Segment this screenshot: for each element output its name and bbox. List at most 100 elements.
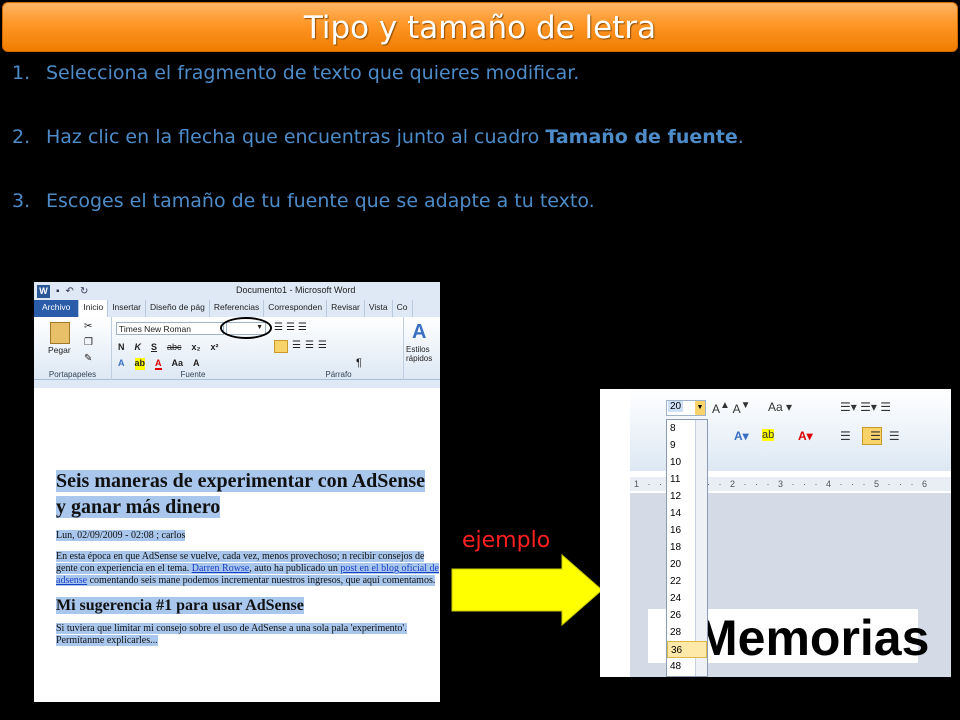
slide-title-bar: Tipo y tamaño de letra — [2, 2, 958, 52]
strikethrough-icon[interactable]: abc — [167, 342, 182, 352]
example-label: ejemplo — [462, 528, 551, 553]
size-option[interactable]: 12 — [667, 488, 707, 505]
arrow-icon — [451, 553, 603, 627]
zoom-font-size-combo[interactable]: 20 ▼ — [666, 400, 706, 416]
size-option[interactable]: 18 — [667, 539, 707, 556]
tab-archivo[interactable]: Archivo — [34, 300, 80, 317]
step-1: 1. Selecciona el fragmento de texto que q… — [12, 62, 942, 126]
subscript-icon[interactable]: x₂ — [192, 342, 201, 352]
font-color-icon[interactable]: A▾ — [798, 429, 813, 443]
step-text-end: . — [737, 126, 744, 148]
font-group-label: Fuente — [180, 370, 206, 379]
size-option[interactable]: 28 — [667, 624, 707, 641]
italic-icon[interactable]: K — [135, 342, 142, 352]
doc-heading-2: Mi sugerencia #1 para usar AdSense — [56, 597, 304, 614]
paste-icon[interactable] — [50, 322, 70, 344]
step-3: 3. Escoges el tamaño de tu fuente que se … — [12, 190, 942, 254]
tab-diseno[interactable]: Diseño de pág — [146, 300, 210, 317]
size-option[interactable]: 16 — [667, 522, 707, 539]
bold-icon[interactable]: N — [118, 342, 125, 352]
font-color-icon[interactable]: A — [155, 358, 162, 370]
tab-referencias[interactable]: Referencias — [210, 300, 265, 317]
tab-insertar[interactable]: Insertar — [108, 300, 147, 317]
list-icons[interactable]: ☰▾ ☰▾ ☰ — [840, 400, 891, 414]
size-option[interactable]: 9 — [667, 437, 707, 454]
window-title: Documento1 - Microsoft Word — [236, 285, 356, 295]
highlight-icon[interactable]: ab — [134, 358, 146, 370]
size-option[interactable]: 20 — [667, 556, 707, 573]
size-option[interactable]: 24 — [667, 590, 707, 607]
paragraph-group: ☰☰☰ ☰☰☰ ¶ Párrafo — [274, 317, 404, 380]
size-option[interactable]: 14 — [667, 505, 707, 522]
format-painter-icon[interactable]: ✎ — [84, 353, 92, 364]
font-size-list[interactable]: 8 9 10 11 12 14 16 18 20 22 24 26 28 36 … — [666, 419, 708, 677]
font-name-combo[interactable]: Times New Roman — [116, 322, 224, 335]
word-logo-icon: W — [37, 284, 50, 298]
change-case-icon[interactable]: Aa — [172, 358, 184, 370]
clipboard-group: Pegar ✂ ❐ ✎ Portapapeles — [34, 317, 112, 380]
superscript-icon[interactable]: x² — [211, 342, 219, 352]
format-row: N K S abc x₂ x² — [118, 342, 219, 352]
slide-title: Tipo y tamaño de letra — [303, 10, 657, 46]
paragraph-group-label: Párrafo — [325, 370, 352, 379]
size-option[interactable]: 22 — [667, 573, 707, 590]
doc-heading-1: Seis maneras de experimentar con AdSense… — [56, 470, 426, 518]
steps-list: 1. Selecciona el fragmento de texto que q… — [12, 62, 942, 254]
text-effects-icon[interactable]: A — [118, 358, 125, 370]
styles-label[interactable]: Estilos rápidos — [406, 345, 440, 363]
text-effects-icon[interactable]: A▾ — [734, 429, 749, 443]
cut-icon[interactable]: ✂ — [84, 321, 92, 332]
copy-icon[interactable]: ❐ — [84, 337, 93, 348]
change-case-icon[interactable]: Aa ▾ — [768, 400, 792, 414]
tab-co[interactable]: Co — [393, 300, 413, 317]
document-content: Seis maneras de experimentar con AdSense… — [56, 468, 440, 647]
step-2: 2. Haz clic en la flecha que encuentras j… — [12, 126, 942, 190]
ribbon: Pegar ✂ ❐ ✎ Portapapeles Fuente Times Ne… — [34, 317, 440, 380]
ruler — [34, 380, 440, 388]
alignment-icons[interactable]: ☰ ☰☰ — [840, 429, 908, 443]
redo-icon[interactable]: ↻ — [80, 286, 88, 297]
size-option-selected[interactable]: 36 — [667, 641, 707, 658]
tab-vista[interactable]: Vista — [365, 300, 393, 317]
underline-icon[interactable]: S — [151, 342, 157, 352]
doc-para-1c: comentando seis mane podemos incrementar… — [87, 575, 436, 586]
tab-inicio[interactable]: Inicio — [79, 300, 109, 317]
list-buttons-icon[interactable]: ☰☰☰ — [274, 322, 310, 333]
step-text: Haz clic en la flecha que encuentras jun… — [46, 126, 546, 148]
size-option[interactable]: 48 — [667, 658, 707, 675]
step-number: 1. — [12, 62, 31, 84]
zoom-dropdown-arrow-icon[interactable]: ▼ — [695, 401, 705, 415]
zoom-font-size-value: 20 — [668, 401, 684, 412]
example-zoom: 20 ▼ A▲ A▼ Aa ▾ ☰▾ ☰▾ ☰ A▾ ab A▾ ☰ ☰☰ 1 ·… — [600, 389, 951, 677]
grow-shrink-icons[interactable]: A▲ A▼ — [712, 400, 751, 416]
step-number: 3. — [12, 190, 31, 212]
size-option[interactable]: 8 — [667, 420, 707, 437]
step-text: Escoges el tamaño de tu fuente que se ad… — [46, 190, 595, 212]
tab-correspondencia[interactable]: Corresponden — [264, 300, 328, 317]
size-option[interactable]: 26 — [667, 607, 707, 624]
save-icon[interactable]: ▪ — [56, 286, 60, 297]
alignment-buttons-icon[interactable]: ☰☰☰ — [292, 340, 331, 351]
clipboard-group-label: Portapapeles — [48, 370, 97, 379]
step-number: 2. — [12, 126, 31, 148]
preview-text: Memorias — [696, 610, 930, 666]
doc-link-darren[interactable]: Darren Rowse — [192, 563, 249, 574]
pilcrow-icon[interactable]: ¶ — [356, 357, 362, 369]
doc-para-2: Si tuviera que limitar mi consejo sobre … — [56, 623, 407, 646]
undo-icon[interactable]: ↶ — [66, 286, 74, 297]
size-option[interactable]: 10 — [667, 454, 707, 471]
step-bold-text: Tamaño de fuente — [545, 126, 738, 148]
doc-para-1b: , auto ha publicado un — [249, 563, 341, 574]
grow-font-icon[interactable]: A — [193, 358, 200, 370]
styles-group: A Estilos rápidos — [404, 317, 440, 380]
tab-revisar[interactable]: Revisar — [327, 300, 365, 317]
paste-label[interactable]: Pegar — [48, 345, 71, 355]
align-left-icon[interactable] — [274, 340, 288, 353]
doc-meta: Lun, 02/09/2009 - 02:08 ; carlos — [56, 530, 186, 541]
styles-icon[interactable]: A — [412, 321, 426, 344]
highlight-icon[interactable]: ab — [762, 429, 775, 441]
quick-access-toolbar: W ▪ ↶ ↻ Documento1 - Microsoft Word — [34, 282, 440, 300]
size-option[interactable]: 11 — [667, 471, 707, 488]
step-text: Selecciona el fragmento de texto que qui… — [46, 62, 580, 84]
format-row-2: A ab A Aa A — [118, 358, 200, 370]
